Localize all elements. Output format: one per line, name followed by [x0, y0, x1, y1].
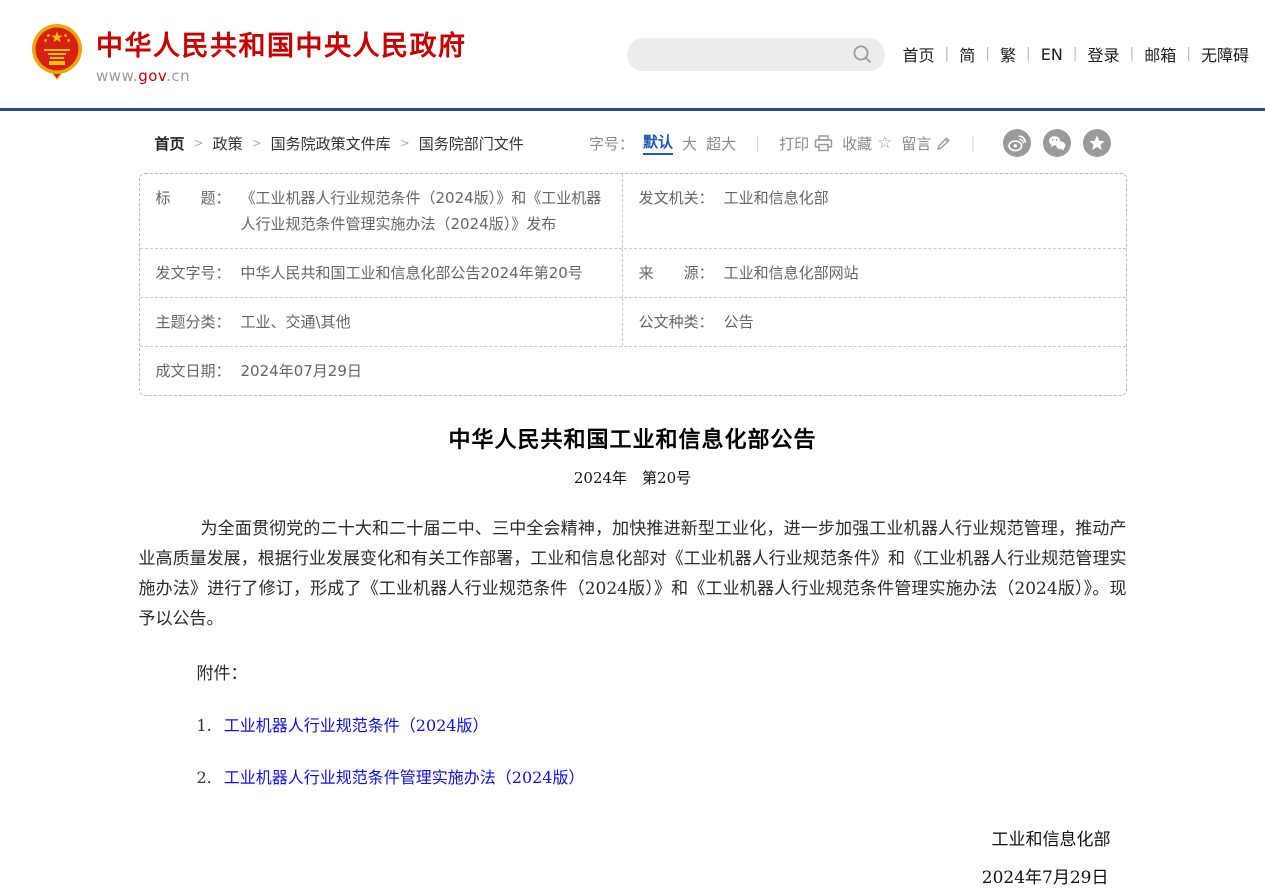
print-button[interactable]: 打印 [779, 133, 833, 154]
meta-value: 《工业机器人行业规范条件（2024版）》和《工业机器人行业规范条件管理实施办法（… [241, 185, 606, 237]
attachment-item: 1. 工业机器人行业规范条件（2024版） [139, 712, 1127, 736]
meta-label: 公文种类： [639, 309, 714, 335]
meta-row-date: 成文日期： 2024年07月29日 [140, 346, 1126, 395]
favorite-button[interactable]: 收藏 ☆ [842, 133, 892, 154]
share-group [1003, 129, 1111, 157]
meta-label: 发文机关： [639, 185, 714, 237]
nav-separator: | [1026, 46, 1031, 62]
article-doc-number: 2024年 第20号 [139, 467, 1127, 488]
attachment-item: 2. 工业机器人行业规范条件管理实施办法（2024版） [139, 764, 1127, 788]
site-logo-link[interactable]: 中华人民共和国中央人民政府 www.gov.cn [30, 23, 467, 85]
breadcrumb-item-policy-library[interactable]: 国务院政策文件库 [271, 133, 391, 154]
attachment-link-1[interactable]: 工业机器人行业规范条件（2024版） [224, 716, 489, 735]
print-label: 打印 [779, 133, 809, 154]
meta-row-doc-number: 发文字号： 中华人民共和国工业和信息化部公告2024年第20号 来 源： 工业和… [140, 248, 1126, 297]
meta-value: 中华人民共和国工业和信息化部公告2024年第20号 [241, 260, 583, 286]
nav-item-traditional[interactable]: 繁 [1000, 42, 1016, 66]
attachments-label: 附件： [139, 659, 1127, 684]
crumb-bar: 首页 > 政策 > 国务院政策文件库 > 国务院部门文件 字号： 默认 大 超大… [139, 111, 1127, 157]
breadcrumb-separator: > [194, 136, 204, 150]
favorite-label: 收藏 [842, 133, 872, 154]
attachment-link-2[interactable]: 工业机器人行业规范条件管理实施办法（2024版） [224, 768, 585, 787]
site-url: www.gov.cn [96, 67, 467, 85]
document-meta-table: 标 题： 《工业机器人行业规范条件（2024版）》和《工业机器人行业规范条件管理… [139, 173, 1127, 396]
meta-cell-doc-type: 公文种类： 公告 [623, 298, 1126, 346]
toolbar-divider: | [755, 134, 760, 152]
font-size-large-button[interactable]: 大 [682, 133, 697, 154]
meta-cell-category: 主题分类： 工业、交通\其他 [140, 298, 623, 346]
logo-text: 中华人民共和国中央人民政府 www.gov.cn [96, 24, 467, 85]
toolbar-divider: | [970, 134, 975, 152]
nav-item-login[interactable]: 登录 [1088, 42, 1120, 66]
article-toolbar: 字号： 默认 大 超大 | 打印 收藏 [589, 129, 1110, 157]
page: 中华人民共和国中央人民政府 www.gov.cn 首页 | 简 [0, 0, 1265, 888]
meta-label: 来 源： [639, 260, 714, 286]
nav-separator: | [1073, 46, 1078, 62]
nav-item-simplified[interactable]: 简 [959, 42, 975, 66]
article-title: 中华人民共和国工业和信息化部公告 [139, 422, 1127, 454]
attachment-index: 1. [197, 716, 212, 735]
meta-value: 工业和信息化部网站 [724, 260, 859, 286]
content-container: 首页 > 政策 > 国务院政策文件库 > 国务院部门文件 字号： 默认 大 超大… [139, 111, 1127, 888]
star-outline-icon: ☆ [877, 135, 892, 152]
top-nav: 首页 | 简 | 繁 | EN | 登录 | 邮箱 | 无障碍 [903, 42, 1249, 66]
meta-cell-date: 成文日期： 2024年07月29日 [140, 347, 1126, 395]
meta-value: 工业和信息化部 [724, 185, 829, 237]
pencil-icon [936, 136, 951, 151]
signature-date: 2024年7月29日 [139, 863, 1127, 888]
site-url-prefix: www. [96, 67, 138, 85]
nav-item-home[interactable]: 首页 [903, 42, 935, 66]
meta-value: 工业、交通\其他 [241, 309, 351, 335]
nav-item-mailbox[interactable]: 邮箱 [1144, 42, 1176, 66]
article: 中华人民共和国工业和信息化部公告 2024年 第20号 为全面贯彻党的二十大和二… [139, 422, 1127, 888]
nav-separator: | [985, 46, 990, 62]
meta-label: 发文字号： [156, 260, 231, 286]
meta-cell-source: 来 源： 工业和信息化部网站 [623, 249, 1126, 297]
breadcrumb-item-department-docs[interactable]: 国务院部门文件 [419, 133, 524, 154]
comment-button[interactable]: 留言 [901, 133, 951, 154]
nav-separator: | [1186, 46, 1191, 62]
breadcrumb-item-policy[interactable]: 政策 [213, 133, 243, 154]
site-url-gov: gov [138, 67, 166, 85]
nav-item-accessibility[interactable]: 无障碍 [1201, 42, 1249, 66]
breadcrumb-separator: > [252, 136, 262, 150]
meta-cell-issuing-agency: 发文机关： 工业和信息化部 [623, 174, 1126, 248]
meta-row-title: 标 题： 《工业机器人行业规范条件（2024版）》和《工业机器人行业规范条件管理… [140, 174, 1126, 248]
article-paragraph: 为全面贯彻党的二十大和二十届二中、三中全会精神，加快推进新型工业化，进一步加强工… [139, 514, 1127, 634]
breadcrumb: 首页 > 政策 > 国务院政策文件库 > 国务院部门文件 [155, 133, 524, 154]
font-size-xlarge-button[interactable]: 超大 [706, 133, 736, 154]
wechat-icon[interactable] [1043, 129, 1071, 157]
weibo-icon[interactable] [1003, 129, 1031, 157]
meta-cell-doc-number: 发文字号： 中华人民共和国工业和信息化部公告2024年第20号 [140, 249, 623, 297]
attachment-index: 2. [197, 768, 212, 787]
national-emblem-icon [30, 23, 84, 85]
meta-label: 标 题： [156, 185, 231, 237]
header-right: 首页 | 简 | 繁 | EN | 登录 | 邮箱 | 无障碍 [627, 38, 1249, 71]
meta-value: 2024年07月29日 [241, 358, 362, 384]
nav-separator: | [945, 46, 950, 62]
star-share-icon[interactable] [1083, 129, 1111, 157]
meta-label: 主题分类： [156, 309, 231, 335]
nav-separator: | [1130, 46, 1135, 62]
font-size-label: 字号： [589, 133, 634, 154]
site-header: 中华人民共和国中央人民政府 www.gov.cn 首页 | 简 [0, 0, 1265, 111]
printer-icon [814, 135, 833, 152]
signature-agency: 工业和信息化部 [139, 825, 1127, 850]
meta-cell-title: 标 题： 《工业机器人行业规范条件（2024版）》和《工业机器人行业规范条件管理… [140, 174, 623, 248]
nav-item-english[interactable]: EN [1041, 45, 1063, 64]
meta-row-category: 主题分类： 工业、交通\其他 公文种类： 公告 [140, 297, 1126, 346]
search-box[interactable] [627, 38, 885, 71]
site-url-suffix: .cn [166, 67, 190, 85]
site-title: 中华人民共和国中央人民政府 [96, 24, 467, 63]
comment-label: 留言 [901, 133, 931, 154]
breadcrumb-item-home[interactable]: 首页 [155, 133, 185, 154]
search-icon[interactable] [852, 44, 873, 65]
search-input[interactable] [627, 38, 885, 71]
breadcrumb-separator: > [400, 136, 410, 150]
meta-label: 成文日期： [156, 358, 231, 384]
font-size-default-button[interactable]: 默认 [643, 131, 673, 155]
meta-value: 公告 [724, 309, 754, 335]
